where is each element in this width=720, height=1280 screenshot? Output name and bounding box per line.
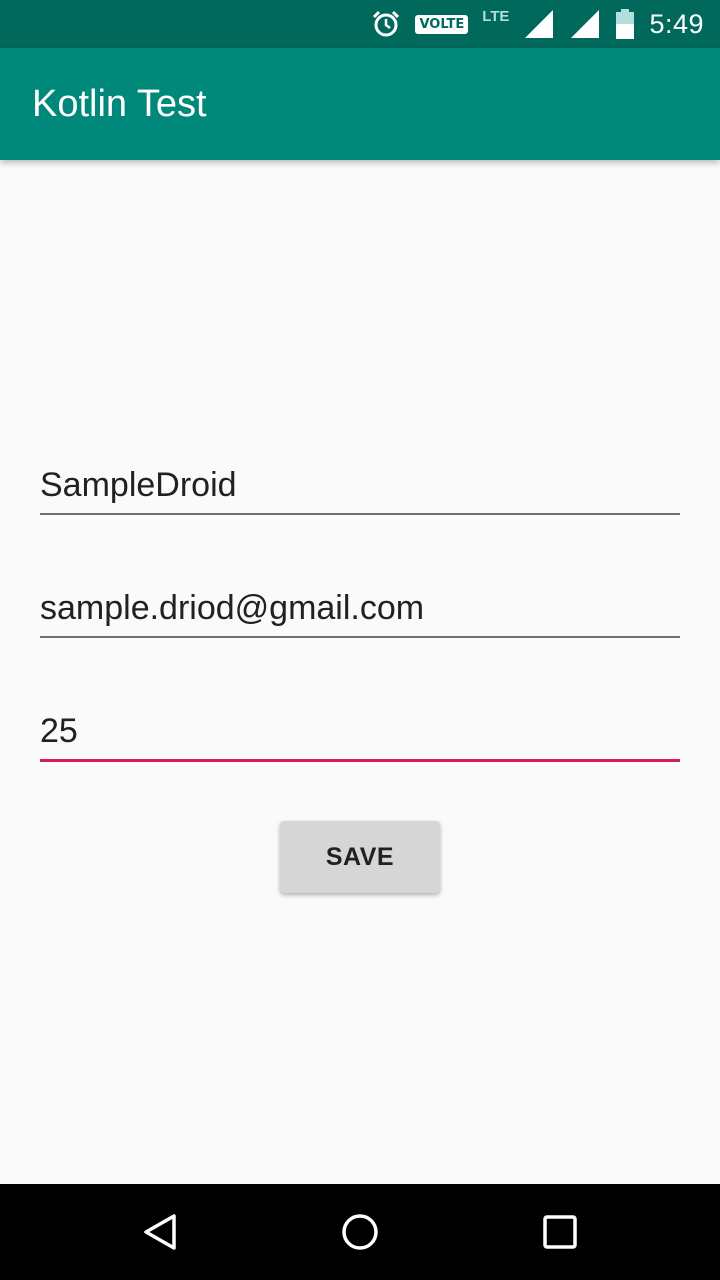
email-field-value: sample.driod@gmail.com [40,589,425,627]
save-button[interactable]: SAVE [280,821,440,893]
app-title: Kotlin Test [32,83,207,125]
form-content: SampleDroid sample.driod@gmail.com 25 SA… [0,160,720,1184]
signal-icon [525,10,554,38]
alarm-icon [373,10,400,37]
recents-icon[interactable] [540,1212,580,1252]
battery-icon [616,9,635,39]
email-field[interactable]: sample.driod@gmail.com [40,578,680,638]
status-time: 5:49 [649,8,704,39]
status-bar: VOLTE LTE 5:49 [0,0,720,48]
status-icons: VOLTE LTE 5:49 [371,0,704,48]
navigation-bar [0,1184,720,1280]
lte-icon: LTE [482,7,510,25]
home-icon[interactable] [340,1212,380,1252]
back-icon[interactable] [140,1212,180,1252]
volte-icon: VOLTE [415,14,469,34]
app-bar: Kotlin Test [0,48,720,160]
age-field-value: 25 [40,712,78,750]
name-field-value: SampleDroid [40,466,237,504]
signal-icon [571,10,600,38]
age-field[interactable]: 25 [40,702,680,762]
name-field[interactable]: SampleDroid [40,455,680,515]
